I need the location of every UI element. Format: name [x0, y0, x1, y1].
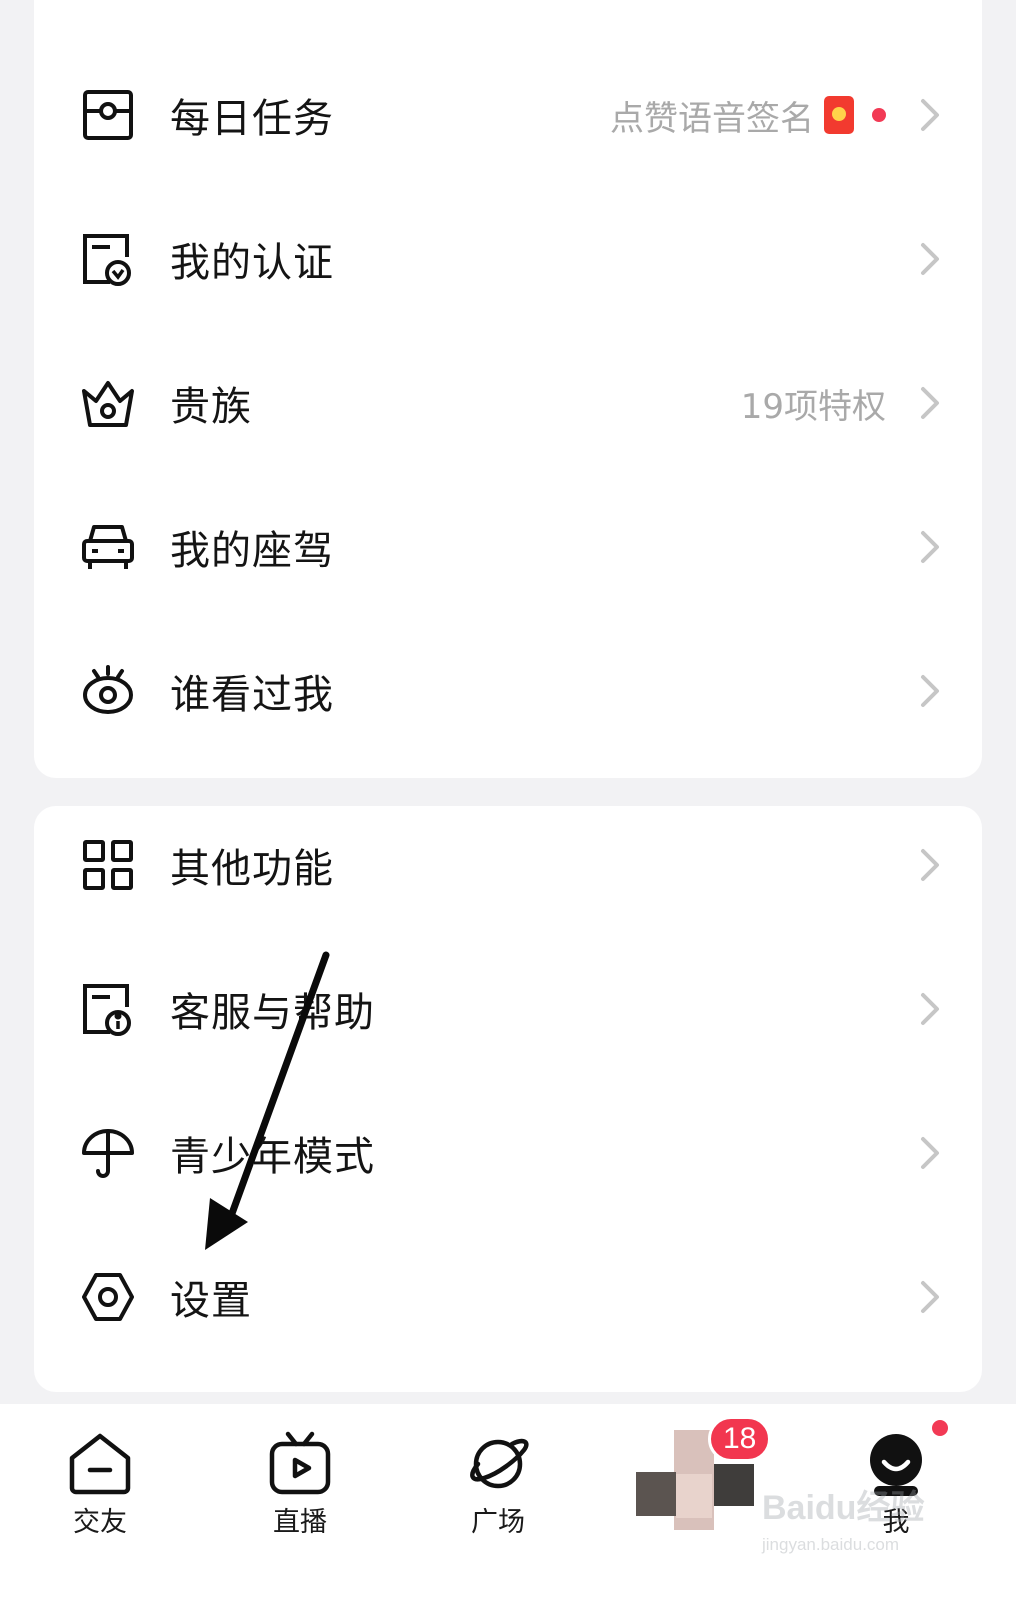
menu-item-label: 谁看过我: [170, 672, 334, 718]
unread-count-badge: 18: [708, 1416, 772, 1462]
menu-item-customer-service[interactable]: 客服与帮助: [34, 936, 982, 1082]
chevron-right-icon: [918, 241, 942, 277]
menu-item-label: 每日任务: [170, 96, 334, 142]
planet-icon: [464, 1430, 532, 1498]
grid-icon: [80, 837, 136, 893]
menu-item-label: 设置: [170, 1278, 252, 1324]
notification-dot: [872, 108, 886, 122]
tab-live[interactable]: 直播: [230, 1404, 370, 1600]
chevron-right-icon: [918, 1135, 942, 1171]
umbrella-icon: [80, 1125, 136, 1181]
menu-item-settings[interactable]: 设置: [34, 1224, 982, 1370]
notification-dot: [932, 1420, 948, 1436]
nobility-privileges-hint: 19项特权: [740, 386, 886, 427]
menu-item-label: 我的认证: [170, 240, 334, 286]
menu-item-visitors[interactable]: 谁看过我: [34, 618, 982, 764]
menu-item-label: 其他功能: [170, 846, 334, 892]
bottom-tab-bar: 交友 直播 广场 18 我: [0, 1404, 1016, 1600]
tab-me[interactable]: 我: [826, 1404, 966, 1600]
menu-card-primary: 每日任务 点赞语音签名 我的认证 贵族 19项特权 我的座驾 谁看过我: [34, 0, 982, 778]
menu-item-verification[interactable]: 我的认证: [34, 186, 982, 332]
daily-task-icon: [80, 87, 136, 143]
chevron-right-icon: [918, 991, 942, 1027]
crown-icon: [80, 375, 136, 431]
chevron-right-icon: [918, 673, 942, 709]
chevron-right-icon: [918, 847, 942, 883]
chevron-right-icon: [918, 1279, 942, 1315]
tab-label: 直播: [273, 1507, 327, 1538]
daily-task-hint-text: 点赞语音签名: [610, 98, 814, 139]
profile-face-icon: [862, 1430, 930, 1498]
menu-item-label: 青少年模式: [170, 1134, 375, 1180]
tab-square[interactable]: 广场: [428, 1404, 568, 1600]
home-icon: [66, 1430, 134, 1498]
menu-item-label: 我的座驾: [170, 528, 334, 574]
menu-item-nobility[interactable]: 贵族 19项特权: [34, 330, 982, 476]
tab-label: 广场: [471, 1507, 525, 1538]
tab-label: 我: [882, 1507, 910, 1538]
menu-item-daily-task[interactable]: 每日任务 点赞语音签名: [34, 42, 982, 188]
daily-task-hint: 点赞语音签名: [610, 91, 886, 140]
menu-item-label: 客服与帮助: [170, 990, 375, 1036]
menu-item-teen-mode[interactable]: 青少年模式: [34, 1080, 982, 1226]
menu-item-other-features[interactable]: 其他功能: [34, 792, 982, 938]
menu-item-label: 贵族: [170, 384, 252, 430]
menu-item-my-car[interactable]: 我的座驾: [34, 474, 982, 620]
chevron-right-icon: [918, 529, 942, 565]
verification-icon: [80, 231, 136, 287]
tab-label: 交友: [73, 1507, 127, 1538]
chevron-right-icon: [918, 385, 942, 421]
red-packet-icon: [824, 96, 854, 134]
chevron-right-icon: [918, 97, 942, 133]
settings-icon: [80, 1269, 136, 1325]
menu-card-secondary: 其他功能 客服与帮助 青少年模式 设置: [34, 806, 982, 1392]
tab-friends[interactable]: 交友: [30, 1404, 170, 1600]
eye-icon: [80, 663, 136, 719]
car-icon: [80, 519, 136, 575]
tv-play-icon: [266, 1430, 334, 1498]
help-info-icon: [80, 981, 136, 1037]
tab-messages[interactable]: 18: [630, 1404, 772, 1600]
